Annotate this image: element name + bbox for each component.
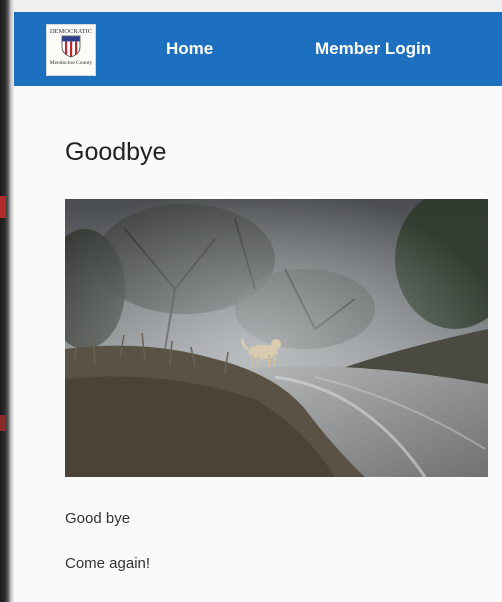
logo-top-text: DEMOCRATIC: [49, 28, 93, 35]
top-strip: [14, 0, 502, 12]
body-paragraph: Good bye: [65, 510, 131, 527]
body-paragraph: Come again!: [65, 555, 151, 572]
shield-icon: [61, 35, 81, 58]
logo-bottom-text: Mendocino County: [49, 60, 93, 66]
photo-illustration: [65, 199, 488, 477]
nav-member-login-link[interactable]: Member Login: [315, 39, 431, 59]
window-edge: [0, 0, 14, 602]
nav-home-link[interactable]: Home: [166, 39, 213, 59]
page-title: Goodbye: [65, 138, 167, 166]
main-content: Goodbye Good bye Come again!: [14, 86, 502, 602]
site-navbar: DEMOCRATIC Mendocino County Home Member …: [14, 12, 502, 86]
site-logo[interactable]: DEMOCRATIC Mendocino County: [46, 24, 96, 76]
foggy-road-dog-image: [65, 199, 488, 477]
